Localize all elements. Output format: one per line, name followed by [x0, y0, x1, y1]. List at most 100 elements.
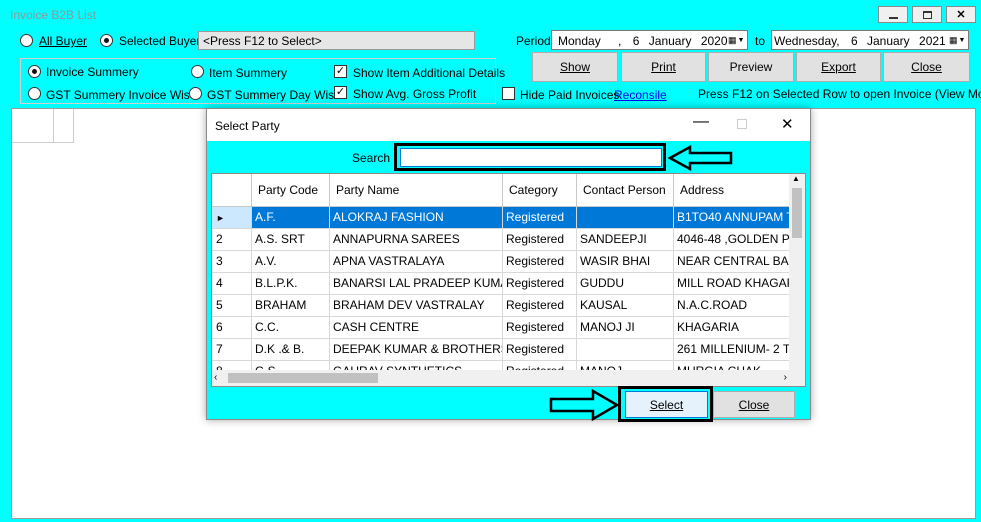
show-button[interactable]: Show — [532, 52, 618, 82]
hide-paid-checkbox[interactable] — [502, 87, 515, 100]
table-cell[interactable]: Registered — [503, 273, 577, 295]
table-cell[interactable]: MANOJ JI — [577, 317, 674, 339]
table-cell[interactable]: N.A.C.ROAD — [674, 295, 791, 317]
from-date-picker[interactable]: Monday , 6 January 2020 ▦ ▼ — [551, 30, 748, 50]
export-button[interactable]: Export — [796, 52, 881, 82]
check-icon: ✓ — [335, 86, 346, 98]
dialog-close-icon[interactable]: ✕ — [781, 115, 794, 133]
table-cell[interactable]: Registered — [503, 207, 577, 229]
table-cell[interactable]: Registered — [503, 295, 577, 317]
table-cell[interactable]: D.K .& B. — [252, 339, 330, 361]
reconsile-link[interactable]: Reconsile — [614, 88, 667, 102]
table-cell[interactable]: MILL ROAD KHAGARI — [674, 273, 791, 295]
table-cell[interactable] — [577, 339, 674, 361]
table-cell[interactable]: Registered — [503, 251, 577, 273]
scroll-up-icon[interactable]: ▲ — [792, 174, 800, 183]
table-cell[interactable]: A.V. — [252, 251, 330, 273]
calendar-icon[interactable]: ▦ ▼ — [728, 33, 744, 47]
table-cell[interactable]: 4046-48 ,GOLDEN PLA — [674, 229, 791, 251]
gross-profit-checkbox[interactable]: ✓ — [334, 86, 347, 99]
dialog-close-button[interactable]: Close — [713, 391, 795, 418]
table-cell[interactable]: KHAGARIA — [674, 317, 791, 339]
table-cell[interactable]: SANDEEPJI — [577, 229, 674, 251]
all-buyer-radio[interactable] — [20, 34, 33, 47]
scroll-thumb[interactable] — [792, 188, 802, 238]
scroll-thumb[interactable] — [228, 373, 378, 383]
item-summary-radio[interactable] — [191, 65, 204, 78]
maximize-button[interactable] — [912, 6, 942, 23]
search-label: Search : — [352, 151, 397, 165]
select-button[interactable]: Select — [625, 391, 708, 418]
hide-paid-label[interactable]: Hide Paid Invoices — [520, 88, 619, 102]
table-cell[interactable]: Registered — [503, 317, 577, 339]
gross-profit-label[interactable]: Show Avg. Gross Profit — [353, 87, 476, 101]
invoice-summary-radio[interactable] — [28, 65, 41, 78]
gst-invoice-radio[interactable] — [28, 87, 41, 100]
selected-buyer-radio[interactable] — [100, 34, 113, 47]
table-cell[interactable]: B1TO40 ANNUPAM TE — [674, 207, 791, 229]
preview-button[interactable]: Preview — [708, 52, 794, 82]
table-cell[interactable]: A.F. — [252, 207, 330, 229]
row-header[interactable]: 4 — [212, 273, 252, 295]
from-year: 2020 — [700, 34, 728, 48]
table-cell[interactable]: ALOKRAJ FASHION — [330, 207, 503, 229]
column-header[interactable]: Address — [674, 174, 791, 207]
row-header[interactable]: 6 — [212, 317, 252, 339]
row-header[interactable]: 7 — [212, 339, 252, 361]
column-header[interactable]: Category — [503, 174, 577, 207]
table-cell[interactable]: NEAR CENTRAL BANK — [674, 251, 791, 273]
item-details-label[interactable]: Show Item Additional Details — [353, 66, 505, 80]
table-cell[interactable]: GUDDU — [577, 273, 674, 295]
table-cell[interactable]: BANARSI LAL PRADEEP KUMAR — [330, 273, 503, 295]
gst-day-radio[interactable] — [189, 87, 202, 100]
row-header[interactable]: 5 — [212, 295, 252, 317]
table-cell[interactable]: Registered — [503, 339, 577, 361]
vertical-scrollbar[interactable]: ▲ — [789, 174, 805, 386]
table-cell[interactable]: WASIR BHAI — [577, 251, 674, 273]
row-header[interactable]: 3 — [212, 251, 252, 273]
table-cell[interactable] — [577, 207, 674, 229]
to-label: to — [755, 34, 766, 48]
to-date: 6 — [850, 34, 858, 48]
table-cell[interactable]: Registered — [503, 229, 577, 251]
column-header[interactable]: Contact Person — [577, 174, 674, 207]
calendar-icon[interactable]: ▦ ▼ — [949, 33, 965, 47]
horizontal-scrollbar[interactable]: ‹ › — [212, 370, 791, 386]
table-cell[interactable]: 261 MILLENIUM- 2 TEX — [674, 339, 791, 361]
gst-invoice-label[interactable]: GST Summery Invoice Wise — [46, 88, 196, 102]
close-window-button[interactable]: ✕ — [946, 6, 976, 23]
item-summary-label[interactable]: Item Summery — [209, 66, 287, 80]
dialog-minimize-icon[interactable]: — — [693, 113, 709, 131]
table-cell[interactable]: BRAHAM — [252, 295, 330, 317]
table-cell[interactable]: ANNAPURNA SAREES — [330, 229, 503, 251]
search-input[interactable] — [400, 148, 662, 167]
dialog-title-bar: Select Party — ✕ — [207, 109, 810, 141]
right-arrow-icon — [549, 389, 620, 421]
table-cell[interactable]: B.L.P.K. — [252, 273, 330, 295]
party-grid[interactable]: Party Code Party Name Category Contact P… — [211, 173, 806, 387]
scroll-right-icon[interactable]: › — [784, 372, 787, 383]
to-date-picker[interactable]: Wednesday, 6 January 2021 ▦ ▼ — [771, 30, 969, 50]
table-cell[interactable]: C.C. — [252, 317, 330, 339]
gst-day-label[interactable]: GST Summery Day Wise — [207, 88, 341, 102]
table-cell[interactable]: A.S. SRT — [252, 229, 330, 251]
table-cell[interactable]: APNA VASTRALAYA — [330, 251, 503, 273]
invoice-summary-label[interactable]: Invoice Summery — [46, 65, 139, 79]
print-button[interactable]: Print — [621, 52, 706, 82]
table-cell[interactable]: KAUSAL — [577, 295, 674, 317]
row-header[interactable]: ► — [212, 207, 252, 229]
buyer-field[interactable]: <Press F12 to Select> — [198, 31, 475, 50]
selected-buyer-label[interactable]: Selected Buyer — [119, 34, 200, 48]
table-cell[interactable]: CASH CENTRE — [330, 317, 503, 339]
column-header[interactable]: Party Name — [330, 174, 503, 207]
close-button[interactable]: Close — [883, 52, 970, 82]
scroll-left-icon[interactable]: ‹ — [214, 372, 217, 383]
table-cell[interactable]: DEEPAK KUMAR & BROTHERS — [330, 339, 503, 361]
window-title: Invoice B2B List — [10, 8, 97, 22]
table-cell[interactable]: BRAHAM DEV VASTRALAY — [330, 295, 503, 317]
item-details-checkbox[interactable]: ✓ — [334, 65, 347, 78]
row-header[interactable]: 2 — [212, 229, 252, 251]
column-header[interactable]: Party Code — [252, 174, 330, 207]
minimize-button[interactable] — [878, 6, 908, 23]
all-buyer-label[interactable]: All Buyer — [39, 34, 87, 48]
